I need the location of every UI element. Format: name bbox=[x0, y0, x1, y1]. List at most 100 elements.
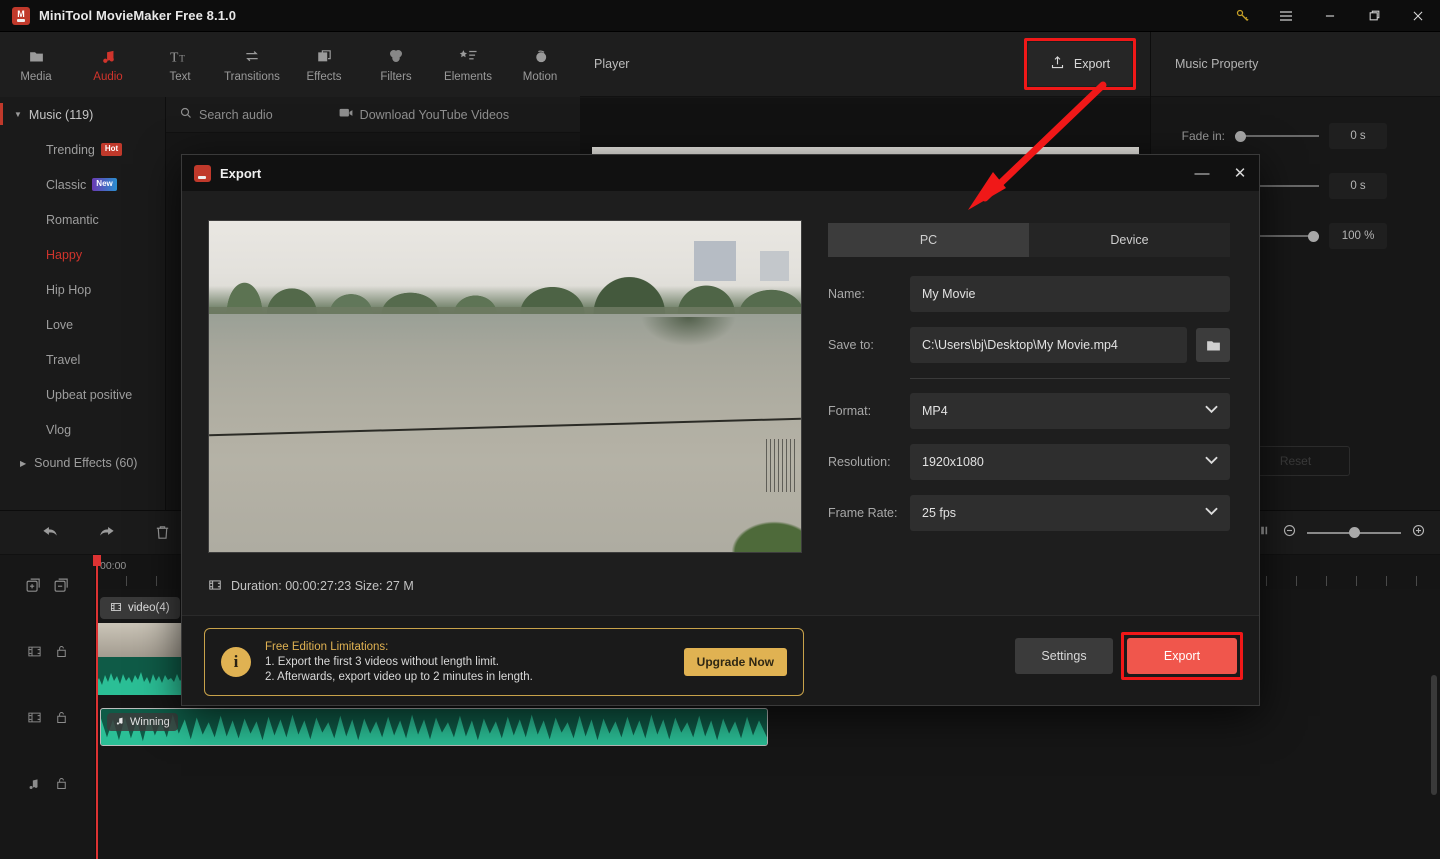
name-input[interactable]: My Movie bbox=[910, 276, 1230, 312]
svg-text:T: T bbox=[170, 49, 178, 64]
name-label: Name: bbox=[828, 287, 865, 301]
player-title: Player bbox=[594, 57, 630, 71]
sidebar-item-travel[interactable]: Travel bbox=[0, 342, 165, 377]
audio-clip[interactable]: Winning bbox=[100, 708, 768, 746]
slider-knob[interactable] bbox=[1235, 130, 1246, 142]
timeline-vertical-scrollbar[interactable] bbox=[1431, 675, 1437, 795]
frame-rate-select[interactable]: 25 fps bbox=[910, 495, 1230, 531]
toolbar-label: Text bbox=[169, 71, 191, 83]
format-select[interactable]: MP4 bbox=[910, 393, 1230, 429]
maximize-button[interactable] bbox=[1352, 0, 1396, 32]
toolbar-item-effects[interactable]: Effects bbox=[288, 32, 360, 97]
property-panel-title: Music Property bbox=[1151, 32, 1440, 97]
playhead[interactable] bbox=[93, 555, 101, 859]
hamburger-icon[interactable] bbox=[1264, 0, 1308, 32]
dialog-minimize-button[interactable]: — bbox=[1183, 155, 1221, 191]
app-logo-icon bbox=[194, 164, 211, 182]
download-youtube-button[interactable]: Download YouTube Videos bbox=[339, 107, 509, 122]
dialog-close-button[interactable]: ✕ bbox=[1221, 155, 1259, 191]
resolution-value: 1920x1080 bbox=[922, 455, 984, 469]
chevron-down-icon bbox=[1205, 456, 1218, 468]
sidebar-item-happy[interactable]: Happy bbox=[0, 237, 165, 272]
sidebar-group-music[interactable]: ▼ Music (119) bbox=[0, 97, 165, 132]
track-header-audio bbox=[0, 753, 95, 819]
search-placeholder: Search audio bbox=[199, 107, 273, 122]
zoom-out-button[interactable] bbox=[1282, 523, 1297, 543]
toolbar-item-audio[interactable]: Audio bbox=[72, 32, 144, 97]
export-button-toolbar[interactable]: Export bbox=[1028, 42, 1132, 86]
fade-out-value[interactable]: 0 s bbox=[1329, 173, 1387, 199]
browse-folder-button[interactable] bbox=[1196, 328, 1230, 362]
toolbar-item-motion[interactable]: Motion bbox=[504, 32, 576, 97]
fit-timeline-icon[interactable] bbox=[1259, 524, 1272, 542]
tab-device[interactable]: Device bbox=[1029, 223, 1230, 257]
upgrade-now-button[interactable]: Upgrade Now bbox=[683, 648, 787, 676]
lock-icon[interactable] bbox=[55, 644, 68, 664]
lock-icon[interactable] bbox=[55, 776, 68, 796]
form-row-save-to: Save to: C:\Users\bj\Desktop\My Movie.mp… bbox=[828, 327, 1230, 363]
redo-icon[interactable] bbox=[86, 511, 126, 555]
motion-icon bbox=[532, 46, 549, 66]
ruler-start-time: 00:00 bbox=[100, 560, 127, 572]
save-to-label: Save to: bbox=[828, 338, 874, 352]
sidebar-item-vlog[interactable]: Vlog bbox=[0, 412, 165, 447]
limitations-text: Free Edition Limitations: 1. Export the … bbox=[265, 641, 533, 683]
sidebar-item-trending[interactable]: Trending Hot bbox=[0, 132, 165, 167]
sidebar-item-love[interactable]: Love bbox=[0, 307, 165, 342]
resolution-select[interactable]: 1920x1080 bbox=[910, 444, 1230, 480]
sidebar-group-sound-effects[interactable]: ▶ Sound Effects (60) bbox=[0, 447, 165, 479]
toolbar-label: Motion bbox=[522, 71, 558, 83]
video-clip-badge: video(4) bbox=[100, 597, 180, 619]
minimize-button[interactable] bbox=[1308, 0, 1352, 32]
sidebar-item-hip-hop[interactable]: Hip Hop bbox=[0, 272, 165, 307]
sidebar-item-romantic[interactable]: Romantic bbox=[0, 202, 165, 237]
toolbar-item-text[interactable]: TT Text bbox=[144, 32, 216, 97]
hot-badge: Hot bbox=[100, 143, 123, 156]
remove-track-icon[interactable] bbox=[53, 577, 70, 599]
save-to-input[interactable]: C:\Users\bj\Desktop\My Movie.mp4 bbox=[910, 327, 1187, 363]
add-track-icon[interactable] bbox=[25, 577, 42, 599]
sidebar-item-upbeat-positive[interactable]: Upbeat positive bbox=[0, 377, 165, 412]
sidebar-item-label: Trending bbox=[46, 142, 95, 157]
fade-in-value[interactable]: 0 s bbox=[1329, 123, 1387, 149]
slider-knob[interactable] bbox=[1308, 230, 1319, 242]
delete-icon[interactable] bbox=[142, 511, 182, 555]
sidebar-item-label: Travel bbox=[46, 352, 81, 367]
slider-track bbox=[1235, 135, 1319, 137]
slider-knob[interactable] bbox=[1349, 527, 1360, 538]
lock-icon[interactable] bbox=[55, 710, 68, 730]
sidebar-item-label: Romantic bbox=[46, 212, 99, 227]
export-confirm-button[interactable]: Export bbox=[1127, 638, 1237, 674]
selection-accent-bar bbox=[0, 103, 3, 125]
sidebar-item-label: Classic bbox=[46, 177, 87, 192]
form-row-format: Format: MP4 bbox=[828, 393, 1230, 429]
export-dialog-body: PC Device Name: My Movie Save to: C:\Use… bbox=[182, 191, 1259, 593]
track-header-video-2 bbox=[0, 687, 95, 753]
toolbar-item-filters[interactable]: Filters bbox=[360, 32, 432, 97]
track-header-video-1 bbox=[0, 621, 95, 687]
sidebar-item-classic[interactable]: Classic New bbox=[0, 167, 165, 202]
timeline-zoom-slider[interactable] bbox=[1307, 527, 1401, 539]
fade-in-slider[interactable] bbox=[1235, 129, 1319, 143]
new-badge: New bbox=[92, 178, 117, 191]
toolbar-item-media[interactable]: Media bbox=[0, 32, 72, 97]
export-dialog-actions: Settings Export bbox=[1015, 638, 1237, 674]
settings-button[interactable]: Settings bbox=[1015, 638, 1113, 674]
search-input[interactable]: Search audio bbox=[180, 107, 273, 122]
zoom-in-button[interactable] bbox=[1411, 523, 1426, 543]
close-button[interactable] bbox=[1396, 0, 1440, 32]
chevron-right-icon: ▶ bbox=[20, 458, 27, 468]
music-note-icon bbox=[100, 46, 117, 66]
export-dialog: Export — ✕ PC Device Name: My Movie Save… bbox=[181, 154, 1260, 706]
elements-icon bbox=[459, 46, 478, 66]
volume-value[interactable]: 100 % bbox=[1329, 223, 1387, 249]
audio-clip-label: Winning bbox=[130, 716, 170, 728]
export-dialog-title: Export bbox=[220, 165, 262, 181]
toolbar-item-transitions[interactable]: Transitions bbox=[216, 32, 288, 97]
player-header: Player Export bbox=[580, 32, 1150, 97]
frame-rate-value: 25 fps bbox=[922, 506, 957, 520]
undo-icon[interactable] bbox=[30, 511, 70, 555]
toolbar-item-elements[interactable]: Elements bbox=[432, 32, 504, 97]
key-icon[interactable] bbox=[1220, 0, 1264, 32]
tab-pc[interactable]: PC bbox=[828, 223, 1029, 257]
